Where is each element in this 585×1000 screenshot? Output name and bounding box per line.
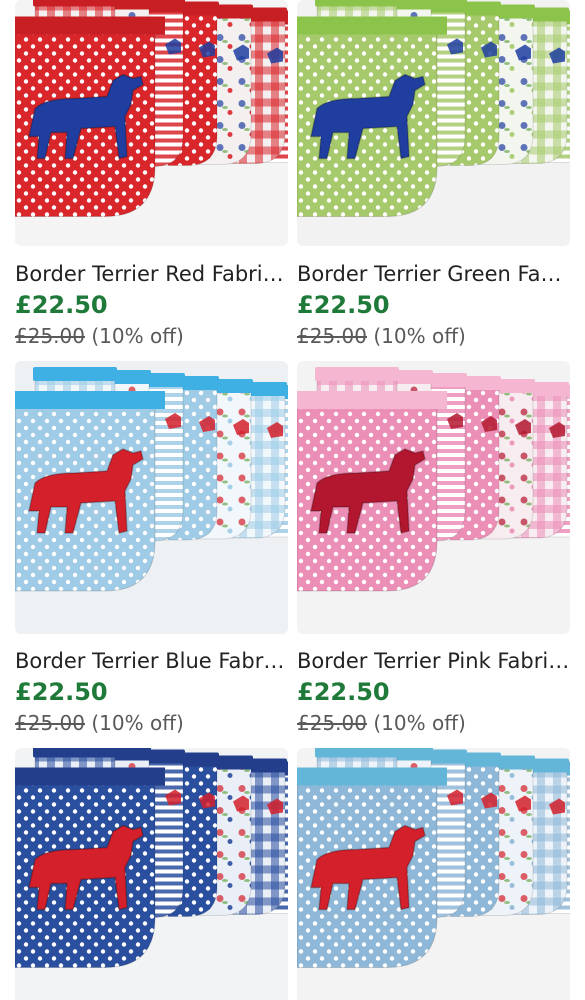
original-price: £25.00 [15, 324, 85, 348]
product-title[interactable]: Border Terrier Blue Fabric Bunting [15, 648, 288, 674]
product-image[interactable] [15, 361, 288, 634]
product-title[interactable]: Border Terrier Red Fabric Bunting [15, 261, 288, 287]
discount-label: (10% off) [91, 324, 184, 348]
original-price-row: £25.00 (10% off) [15, 323, 184, 349]
product-image[interactable] [297, 748, 570, 1000]
original-price-row: £25.00 (10% off) [297, 710, 466, 736]
original-price-row: £25.00 (10% off) [15, 710, 184, 736]
blue-dog-bunting-image [15, 361, 288, 634]
product-title[interactable]: Border Terrier Green Fabric Bunting [297, 261, 570, 287]
product-title[interactable]: Border Terrier Pink Fabric Bunting [297, 648, 570, 674]
sale-price: £22.50 [297, 291, 390, 319]
product-image[interactable] [297, 361, 570, 634]
product-image[interactable] [15, 748, 288, 1000]
light-blue-dog-bunting-image [297, 748, 570, 1000]
product-image[interactable] [15, 0, 288, 246]
sale-price: £22.50 [297, 678, 390, 706]
original-price: £25.00 [15, 711, 85, 735]
original-price: £25.00 [297, 711, 367, 735]
sale-price: £22.50 [15, 291, 108, 319]
discount-label: (10% off) [373, 711, 466, 735]
original-price: £25.00 [297, 324, 367, 348]
original-price-row: £25.00 (10% off) [297, 323, 466, 349]
product-image[interactable] [297, 0, 570, 246]
green-dog-bunting-image [297, 0, 570, 246]
sale-price: £22.50 [15, 678, 108, 706]
pink-dog-bunting-image [297, 361, 570, 634]
discount-label: (10% off) [91, 711, 184, 735]
navy-dog-bunting-image [15, 748, 288, 1000]
red-dog-bunting-image [15, 0, 288, 246]
discount-label: (10% off) [373, 324, 466, 348]
